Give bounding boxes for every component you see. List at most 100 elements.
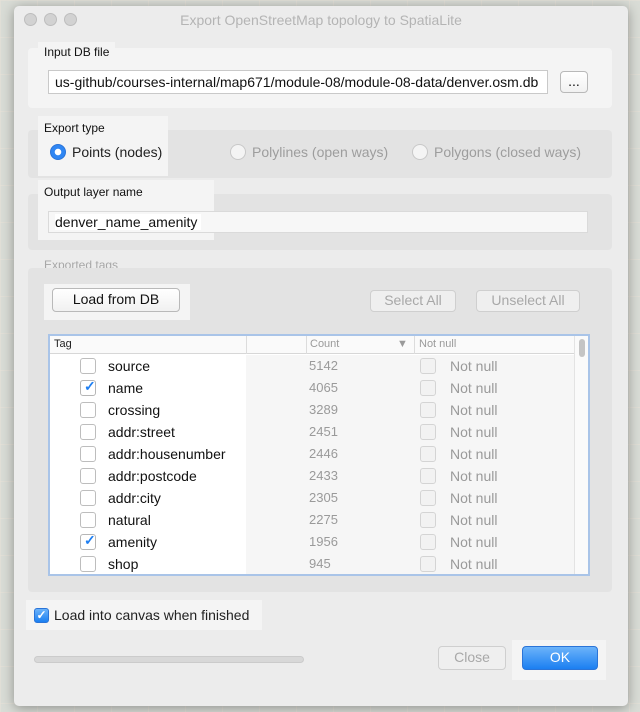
tag-checkbox[interactable] <box>80 556 96 572</box>
header-not-null[interactable]: Not null <box>419 338 456 350</box>
not-null-label: Not null <box>450 446 498 462</box>
select-all-button[interactable]: Select All <box>370 290 456 312</box>
checkmark-icon: ✓ <box>34 607 49 623</box>
tag-name: source <box>108 358 151 374</box>
not-null-label: Not null <box>450 512 498 528</box>
not-null-label: Not null <box>450 424 498 440</box>
not-null-checkbox[interactable] <box>420 512 436 528</box>
window-title: Export OpenStreetMap topology to SpatiaL… <box>180 12 462 28</box>
input-db-field[interactable]: us-github/courses-internal/map671/module… <box>48 70 548 94</box>
not-null-checkbox[interactable] <box>420 446 436 462</box>
radio-unchecked-icon <box>412 144 428 160</box>
table-scrollbar[interactable] <box>574 336 588 574</box>
not-null-label: Not null <box>450 556 498 572</box>
tag-checkbox[interactable] <box>80 358 96 374</box>
table-row[interactable]: addr:housenumber 2446 Not null <box>50 443 576 465</box>
header-count[interactable]: Count <box>310 338 339 350</box>
tag-checkbox[interactable]: ✓ <box>80 532 96 550</box>
input-db-label: Input DB file <box>38 42 116 62</box>
table-row[interactable]: crossing 3289 Not null <box>50 399 576 421</box>
tag-count: 2451 <box>309 424 338 439</box>
tag-checkbox[interactable] <box>80 424 96 440</box>
not-null-label: Not null <box>450 358 498 374</box>
tag-count: 1956 <box>309 534 338 549</box>
not-null-label: Not null <box>450 380 498 396</box>
output-layer-field[interactable]: denver_name_amenity <box>48 211 588 233</box>
table-row[interactable]: ✓ amenity 1956 Not null <box>50 531 576 553</box>
load-from-db-button[interactable]: Load from DB <box>52 288 180 312</box>
tag-name: addr:street <box>108 424 175 440</box>
tag-name: shop <box>108 556 139 572</box>
tag-name: addr:city <box>108 490 161 506</box>
ok-button[interactable]: OK <box>522 646 598 670</box>
radio-points-label: Points (nodes) <box>72 144 163 160</box>
output-layer-value: denver_name_amenity <box>55 214 202 230</box>
load-into-canvas-row[interactable]: ✓ Load into canvas when finished <box>26 600 262 630</box>
table-row[interactable]: ✓ name 4065 Not null <box>50 377 576 399</box>
tag-name: addr:housenumber <box>108 446 226 462</box>
checkmark-icon: ✓ <box>84 532 96 548</box>
progress-bar <box>34 656 304 663</box>
radio-polygons[interactable]: Polygons (closed ways) <box>412 144 581 160</box>
checkmark-icon: ✓ <box>84 378 96 394</box>
tag-count: 4065 <box>309 380 338 395</box>
browse-button[interactable]: ... <box>560 71 588 93</box>
tags-table: Tag Count ▼ Not null source 5142 Not null ✓… <box>48 334 590 576</box>
tag-checkbox[interactable] <box>80 490 96 506</box>
tag-count: 5142 <box>309 358 338 373</box>
tag-name: crossing <box>108 402 161 418</box>
not-null-label: Not null <box>450 490 498 506</box>
table-row[interactable]: shop 945 Not null <box>50 553 576 574</box>
export-type-label: Export type <box>38 118 111 138</box>
column-separator <box>306 336 307 354</box>
scroll-thumb[interactable] <box>579 339 585 357</box>
tag-name: name <box>108 380 144 396</box>
not-null-checkbox[interactable] <box>420 468 436 484</box>
header-tag[interactable]: Tag <box>54 338 72 350</box>
output-layer-label: Output layer name <box>38 182 149 202</box>
table-row[interactable]: addr:postcode 2433 Not null <box>50 465 576 487</box>
tag-count: 3289 <box>309 402 338 417</box>
not-null-label: Not null <box>450 468 498 484</box>
radio-unchecked-icon <box>230 144 246 160</box>
tag-name: addr:postcode <box>108 468 197 484</box>
radio-polygons-label: Polygons (closed ways) <box>434 144 582 160</box>
not-null-checkbox[interactable] <box>420 358 436 374</box>
table-header: Tag Count ▼ Not null <box>50 336 588 354</box>
tag-checkbox[interactable] <box>80 402 96 418</box>
not-null-label: Not null <box>450 402 498 418</box>
unselect-all-button[interactable]: Unselect All <box>476 290 580 312</box>
tag-count: 2275 <box>309 512 338 527</box>
not-null-checkbox[interactable] <box>420 490 436 506</box>
tag-count: 2305 <box>309 490 338 505</box>
close-button[interactable]: Close <box>438 646 506 670</box>
tag-checkbox[interactable]: ✓ <box>80 378 96 396</box>
tag-count: 2433 <box>309 468 338 483</box>
table-row[interactable]: natural 2275 Not null <box>50 509 576 531</box>
tag-checkbox[interactable] <box>80 446 96 462</box>
table-row[interactable]: source 5142 Not null <box>50 355 576 377</box>
not-null-label: Not null <box>450 534 498 550</box>
radio-polylines[interactable]: Polylines (open ways) <box>230 144 388 160</box>
not-null-checkbox[interactable] <box>420 556 436 572</box>
not-null-checkbox[interactable] <box>420 534 436 550</box>
not-null-checkbox[interactable] <box>420 380 436 396</box>
tag-checkbox[interactable] <box>80 512 96 528</box>
radio-points[interactable]: Points (nodes) <box>50 144 162 160</box>
tag-count: 2446 <box>309 446 338 461</box>
tag-name: natural <box>108 512 151 528</box>
load-into-canvas-label: Load into canvas when finished <box>54 607 250 623</box>
tag-count: 945 <box>309 556 331 571</box>
column-separator <box>414 336 415 354</box>
tag-checkbox[interactable] <box>80 468 96 484</box>
sort-desc-icon: ▼ <box>397 338 408 350</box>
tag-name: amenity <box>108 534 158 550</box>
not-null-checkbox[interactable] <box>420 424 436 440</box>
radio-polylines-label: Polylines (open ways) <box>252 144 389 160</box>
radio-checked-icon <box>50 144 66 160</box>
table-row[interactable]: addr:city 2305 Not null <box>50 487 576 509</box>
not-null-checkbox[interactable] <box>420 402 436 418</box>
title-bar: Export OpenStreetMap topology to SpatiaL… <box>14 6 628 34</box>
table-row[interactable]: addr:street 2451 Not null <box>50 421 576 443</box>
export-dialog: Export OpenStreetMap topology to SpatiaL… <box>14 6 628 706</box>
